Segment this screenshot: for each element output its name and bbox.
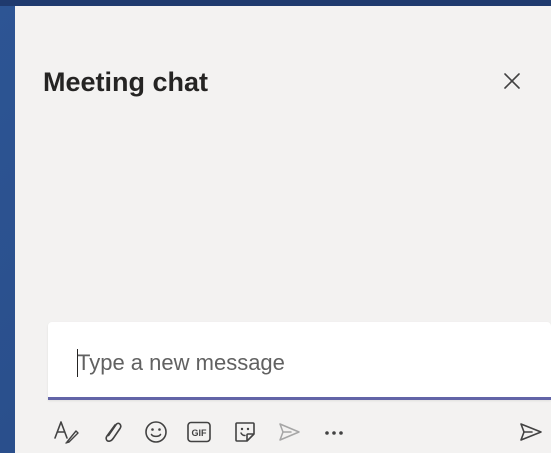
attach-button[interactable] [96, 414, 128, 450]
sticker-button[interactable] [229, 414, 261, 450]
gif-button[interactable]: GIF [183, 414, 215, 450]
gif-icon: GIF [187, 421, 211, 443]
praise-icon [279, 423, 300, 441]
close-icon [504, 73, 520, 89]
send-icon [520, 423, 542, 441]
text-caret [77, 349, 78, 377]
format-button[interactable] [50, 414, 82, 450]
compose-toolbar: GIF [48, 414, 551, 450]
gif-label: GIF [192, 428, 208, 438]
sticker-icon [235, 422, 255, 442]
compose-box[interactable] [48, 322, 551, 400]
praise-button[interactable] [273, 414, 305, 450]
emoji-icon [145, 421, 167, 443]
format-icon [54, 421, 79, 444]
more-options-icon [325, 431, 343, 435]
meeting-chat-panel: Meeting chat Type a new message GIF [15, 6, 551, 453]
panel-title: Meeting chat [43, 67, 209, 97]
send-button[interactable] [515, 414, 547, 450]
emoji-button[interactable] [140, 414, 172, 450]
more-options-button[interactable] [318, 414, 350, 450]
attach-icon [105, 422, 122, 442]
message-input[interactable] [75, 346, 517, 380]
close-button[interactable] [499, 68, 525, 94]
